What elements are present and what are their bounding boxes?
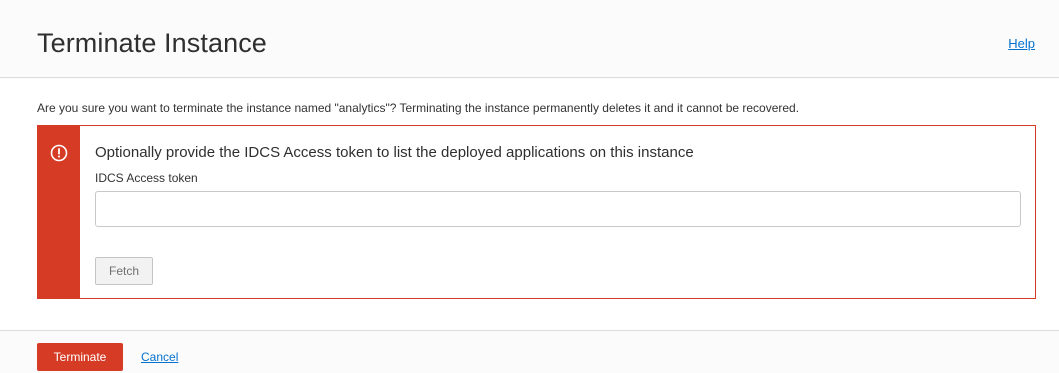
terminate-instance-dialog: Terminate Instance Help Are you sure you… [0,0,1059,373]
dialog-footer: Terminate Cancel [0,330,1059,373]
dialog-header: Terminate Instance Help [0,0,1059,78]
confirmation-message: Are you sure you want to terminate the i… [37,101,800,115]
terminate-button[interactable]: Terminate [37,343,123,371]
warning-alert: Optionally provide the IDCS Access token… [37,125,1036,299]
alert-bar [38,126,80,298]
exclamation-circle-icon [50,144,68,162]
alert-heading: Optionally provide the IDCS Access token… [95,144,694,161]
cancel-link[interactable]: Cancel [141,350,178,364]
token-field-label: IDCS Access token [95,171,198,185]
help-link[interactable]: Help [1008,36,1035,51]
fetch-button[interactable]: Fetch [95,257,153,285]
idcs-token-input[interactable] [95,191,1021,227]
dialog-body: Are you sure you want to terminate the i… [0,79,1059,330]
dialog-title: Terminate Instance [37,28,267,58]
